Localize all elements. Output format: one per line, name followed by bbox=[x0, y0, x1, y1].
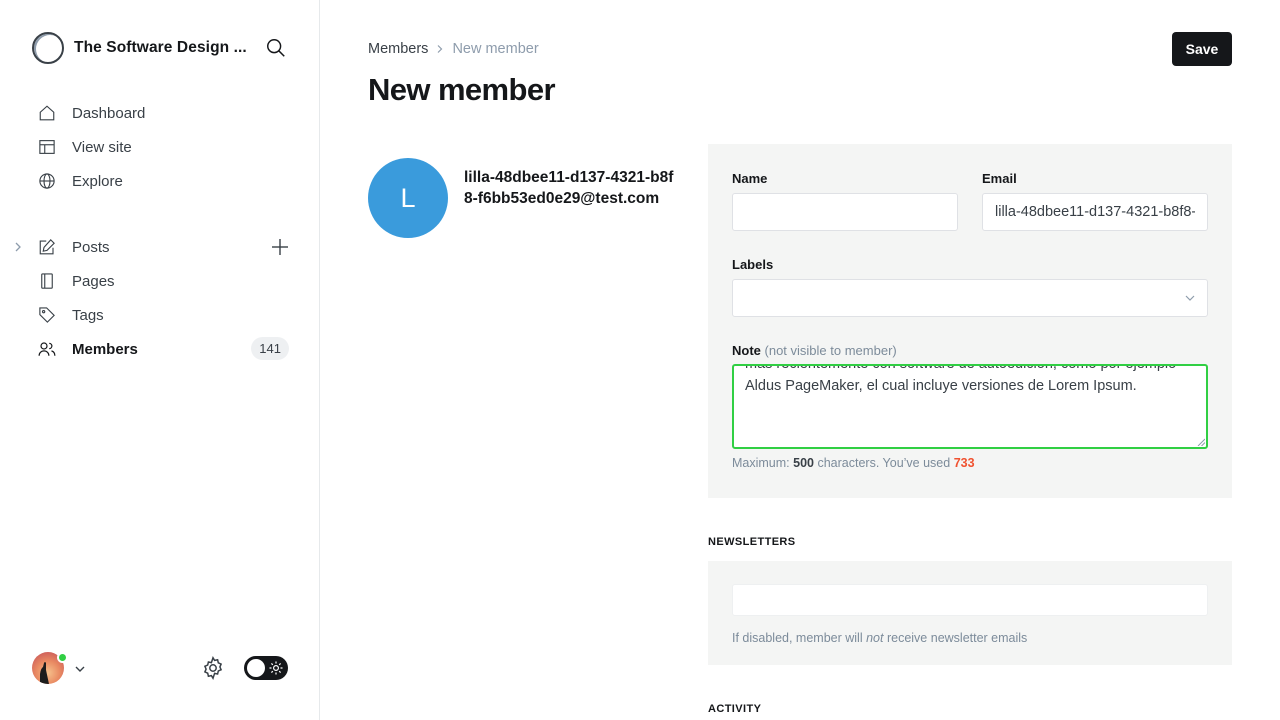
newsletters-hint: If disabled, member will not receive new… bbox=[732, 631, 1027, 645]
newsletters-hint-before: If disabled, member will bbox=[732, 631, 863, 645]
labels-select[interactable] bbox=[732, 279, 1208, 317]
nav-item-posts[interactable]: Posts bbox=[15, 230, 292, 264]
members-icon bbox=[38, 340, 56, 358]
chevron-right-icon[interactable] bbox=[12, 240, 26, 254]
newsletters-select[interactable] bbox=[732, 584, 1208, 616]
nav-item-members[interactable]: Members 141 bbox=[32, 332, 292, 366]
chevron-right-icon bbox=[438, 45, 443, 53]
tag-icon bbox=[38, 306, 56, 324]
nav-label: View site bbox=[72, 138, 132, 156]
home-icon bbox=[38, 104, 56, 122]
gear-icon[interactable] bbox=[201, 656, 225, 680]
toggle-knob bbox=[247, 659, 265, 677]
note-label-text: Note bbox=[732, 343, 761, 358]
nav-label: Posts bbox=[72, 238, 110, 256]
online-status-dot bbox=[57, 652, 68, 663]
pages-icon bbox=[38, 272, 56, 290]
note-textarea[interactable]: las hojas "Letraset", las cuales conteni… bbox=[732, 364, 1208, 449]
nav-label: Pages bbox=[72, 272, 115, 290]
theme-toggle[interactable] bbox=[244, 656, 288, 680]
nav-label: Members bbox=[72, 340, 138, 358]
nav-item-dashboard[interactable]: Dashboard bbox=[32, 96, 292, 130]
member-avatar: L bbox=[368, 158, 448, 238]
resize-handle-icon[interactable] bbox=[1197, 438, 1205, 446]
breadcrumb-current: New member bbox=[452, 41, 539, 57]
page-title: New member bbox=[368, 72, 556, 107]
sidebar: The Software Design ... Dashboard View s… bbox=[0, 0, 320, 720]
nav-item-explore[interactable]: Explore bbox=[32, 164, 292, 198]
globe-icon bbox=[38, 172, 56, 190]
newsletters-panel: If disabled, member will not receive new… bbox=[708, 561, 1232, 665]
hint-used-count: 733 bbox=[953, 456, 975, 470]
edit-icon bbox=[38, 238, 56, 256]
site-title: The Software Design ... bbox=[74, 39, 246, 56]
new-post-plus-icon[interactable] bbox=[270, 237, 290, 257]
note-sublabel: (not visible to member) bbox=[764, 343, 897, 358]
content-nav: Posts Pages Tags Members 141 bbox=[15, 230, 292, 366]
email-label: Email bbox=[982, 171, 1017, 186]
view-site-icon bbox=[38, 138, 56, 156]
email-input[interactable] bbox=[982, 193, 1208, 231]
newsletters-heading: NEWSLETTERS bbox=[708, 536, 796, 548]
nav-item-pages[interactable]: Pages bbox=[32, 264, 292, 298]
note-text: las hojas "Letraset", las cuales conteni… bbox=[745, 366, 1176, 395]
note-label: Note (not visible to member) bbox=[732, 343, 897, 358]
note-character-hint: Maximum: 500 characters. You’ve used 733 bbox=[732, 456, 975, 470]
primary-nav: Dashboard View site Explore bbox=[32, 96, 292, 198]
sun-icon bbox=[269, 661, 283, 675]
nav-label: Explore bbox=[72, 172, 123, 190]
save-button[interactable]: Save bbox=[1172, 32, 1232, 66]
nav-item-tags[interactable]: Tags bbox=[32, 298, 292, 332]
name-label: Name bbox=[732, 171, 768, 186]
breadcrumb: Members New member bbox=[368, 41, 539, 57]
hint-prefix: Maximum: bbox=[732, 456, 790, 470]
name-input[interactable] bbox=[732, 193, 958, 231]
chevron-down-icon bbox=[1185, 295, 1195, 301]
search-icon[interactable] bbox=[265, 37, 289, 61]
chevron-down-icon[interactable] bbox=[74, 662, 86, 674]
site-logo-icon bbox=[32, 32, 64, 64]
members-count-badge: 141 bbox=[251, 337, 289, 360]
nav-label: Tags bbox=[72, 306, 104, 324]
nav-item-view-site[interactable]: View site bbox=[32, 130, 292, 164]
labels-label: Labels bbox=[732, 257, 774, 272]
breadcrumb-members-link[interactable]: Members bbox=[368, 41, 428, 57]
member-email-display: lilla-48dbee11-d137-4321-b8f8-f6bb53ed0e… bbox=[464, 169, 674, 207]
activity-heading: ACTIVITY bbox=[708, 703, 762, 715]
site-brand[interactable]: The Software Design ... bbox=[32, 32, 246, 64]
newsletters-hint-emphasis: not bbox=[866, 631, 884, 645]
nav-label: Dashboard bbox=[72, 104, 146, 122]
newsletters-hint-after: receive newsletter emails bbox=[886, 631, 1028, 645]
hint-max-count: 500 bbox=[793, 456, 814, 470]
member-details-form: Name Email Labels Note (not visible to m… bbox=[708, 144, 1232, 498]
hint-middle: characters. You’ve used bbox=[817, 456, 951, 470]
